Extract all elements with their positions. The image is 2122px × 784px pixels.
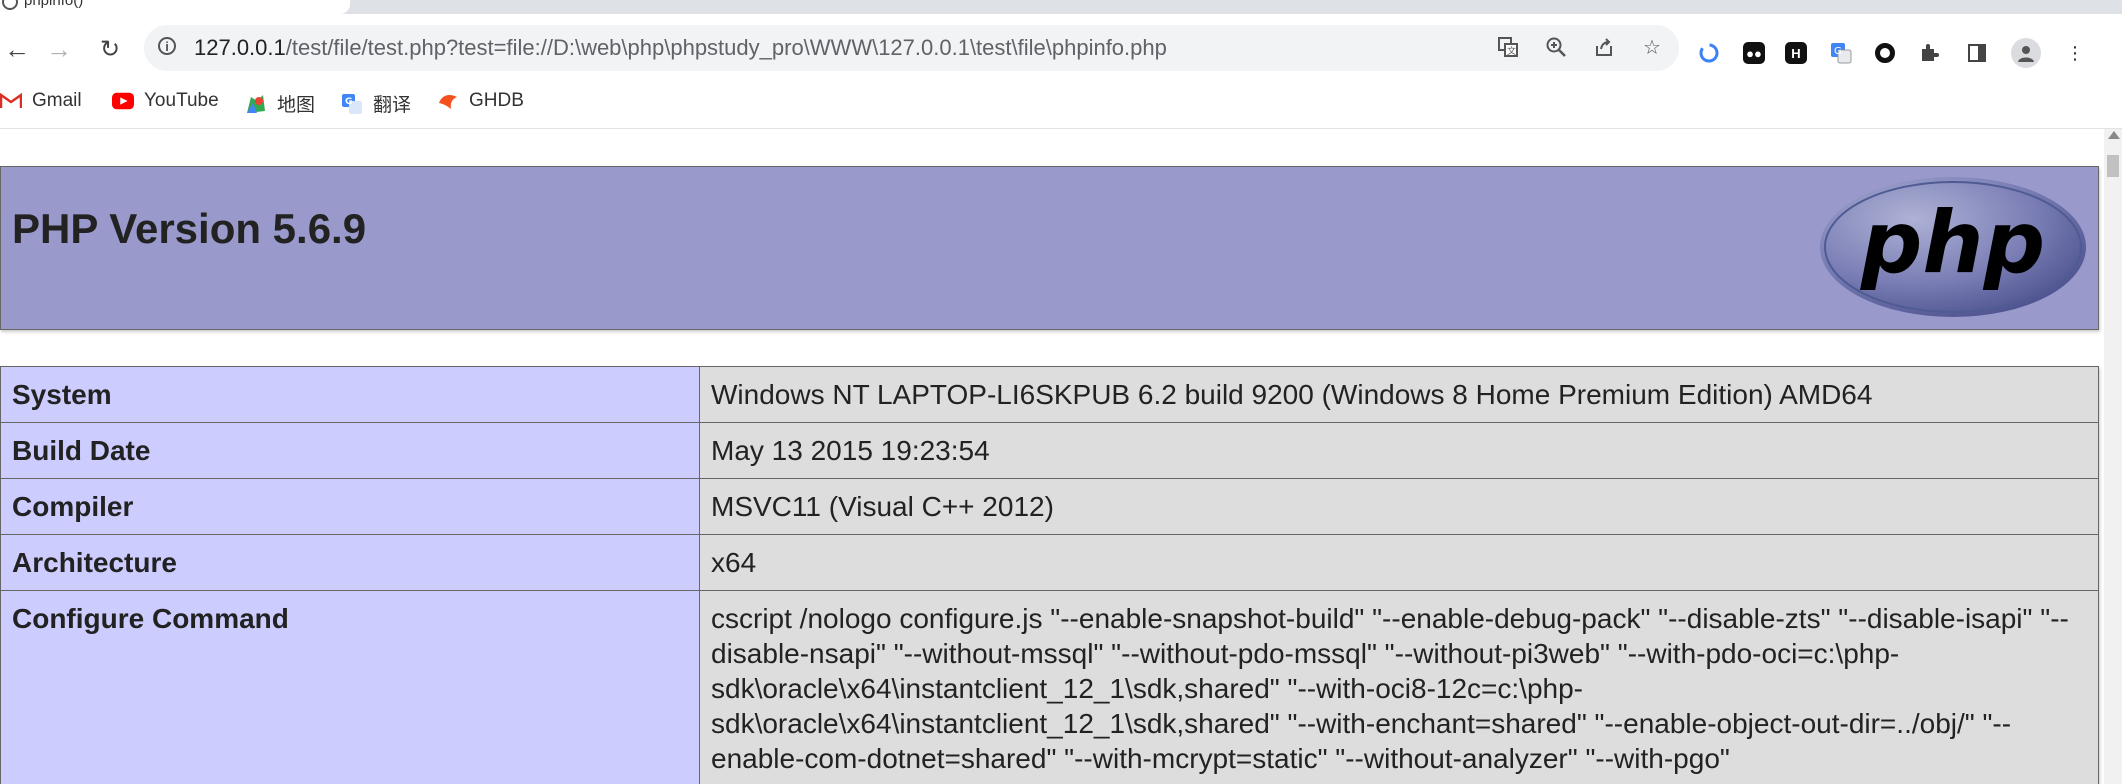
row-value: x64 xyxy=(699,534,2099,591)
translate-page-icon[interactable]: 文 xyxy=(1495,34,1521,60)
bookmark-ghdb[interactable]: GHDB xyxy=(437,90,524,112)
bookmark-star-icon[interactable]: ☆ xyxy=(1639,34,1665,60)
extensions-puzzle-icon[interactable] xyxy=(1915,39,1943,67)
url-path: /test/file/test.php?test=file://D:\web\p… xyxy=(285,35,1167,60)
row-key: Architecture xyxy=(0,534,700,591)
bookmarks-bar: Gmail YouTube 地图 G 翻译 GHDB xyxy=(0,82,2122,129)
share-icon[interactable] xyxy=(1591,34,1617,60)
scroll-up-icon[interactable] xyxy=(2108,131,2120,139)
extension-circle-icon[interactable] xyxy=(1875,43,1895,63)
extension-tampermonkey-icon[interactable]: ●● xyxy=(1743,42,1765,64)
ghdb-icon xyxy=(437,91,459,111)
browser-toolbar: ← → ↻ i 127.0.0.1/test/file/test.php?tes… xyxy=(0,14,2122,82)
scrollbar-thumb[interactable] xyxy=(2107,155,2119,177)
bookmark-label: GHDB xyxy=(469,90,524,111)
row-key: System xyxy=(0,366,700,423)
side-panel-icon[interactable] xyxy=(1963,39,1991,67)
extension-sync-icon[interactable] xyxy=(1695,39,1723,67)
row-key: Configure Command xyxy=(0,590,700,784)
forward-button[interactable]: → xyxy=(42,32,76,66)
row-key: Build Date xyxy=(0,422,700,479)
maps-icon xyxy=(245,94,267,114)
row-value: Windows NT LAPTOP-LI6SKPUB 6.2 build 920… xyxy=(699,366,2099,423)
row-value: May 13 2015 19:23:54 xyxy=(699,422,2099,479)
zoom-icon[interactable] xyxy=(1543,34,1569,60)
row-value: MSVC11 (Visual C++ 2012) xyxy=(699,478,2099,535)
active-tab[interactable]: phpinfo() xyxy=(0,0,350,14)
table-row: Configure Command cscript /nologo config… xyxy=(0,590,2099,784)
gmail-icon xyxy=(0,91,22,111)
page-content: PHP Version 5.6.9 php System Windows NT … xyxy=(0,129,2104,784)
bookmark-label: 地图 xyxy=(277,95,316,116)
tab-title: phpinfo() xyxy=(24,0,84,9)
tab-strip: phpinfo() xyxy=(0,0,2122,14)
address-bar[interactable]: i 127.0.0.1/test/file/test.php?test=file… xyxy=(144,25,1679,71)
table-row: Build Date May 13 2015 19:23:54 xyxy=(0,422,2099,479)
youtube-icon xyxy=(112,91,134,111)
page-title: PHP Version 5.6.9 xyxy=(12,205,367,252)
bookmark-label: 翻译 xyxy=(373,95,412,116)
bookmark-maps[interactable]: 地图 xyxy=(245,90,315,117)
extension-h-icon[interactable]: H xyxy=(1785,42,1807,64)
browser-menu-icon[interactable]: ⋮ xyxy=(2061,39,2089,67)
url-text[interactable]: 127.0.0.1/test/file/test.php?test=file:/… xyxy=(194,35,1167,61)
bookmark-youtube[interactable]: YouTube xyxy=(112,90,219,112)
php-info-table: System Windows NT LAPTOP-LI6SKPUB 6.2 bu… xyxy=(0,366,2099,784)
url-host: 127.0.0.1 xyxy=(194,35,286,60)
table-row: System Windows NT LAPTOP-LI6SKPUB 6.2 bu… xyxy=(0,366,2099,423)
table-row: Architecture x64 xyxy=(0,534,2099,591)
bookmark-label: YouTube xyxy=(144,90,219,111)
svg-text:G: G xyxy=(1834,46,1842,57)
svg-text:G: G xyxy=(345,97,352,107)
row-value: cscript /nologo configure.js "--enable-s… xyxy=(699,590,2099,784)
bookmark-label: Gmail xyxy=(32,90,82,111)
svg-text:文: 文 xyxy=(1507,45,1516,57)
tab-favicon-icon xyxy=(2,0,18,10)
row-key: Compiler xyxy=(0,478,700,535)
php-logo-text: php xyxy=(1860,193,2045,293)
extension-translate-icon[interactable]: G xyxy=(1827,39,1855,67)
translate-icon: G xyxy=(341,93,363,114)
back-button[interactable]: ← xyxy=(0,32,34,66)
bookmark-gmail[interactable]: Gmail xyxy=(0,90,82,112)
reload-button[interactable]: ↻ xyxy=(93,32,127,66)
table-row: Compiler MSVC11 (Visual C++ 2012) xyxy=(0,478,2099,535)
profile-avatar-icon[interactable] xyxy=(2011,38,2041,68)
php-logo[interactable]: php xyxy=(1818,176,2088,319)
bookmark-translate[interactable]: G 翻译 xyxy=(341,90,411,117)
site-info-icon[interactable]: i xyxy=(158,37,176,55)
php-version-header: PHP Version 5.6.9 php xyxy=(0,166,2099,330)
page-scrollbar[interactable] xyxy=(2104,129,2122,784)
